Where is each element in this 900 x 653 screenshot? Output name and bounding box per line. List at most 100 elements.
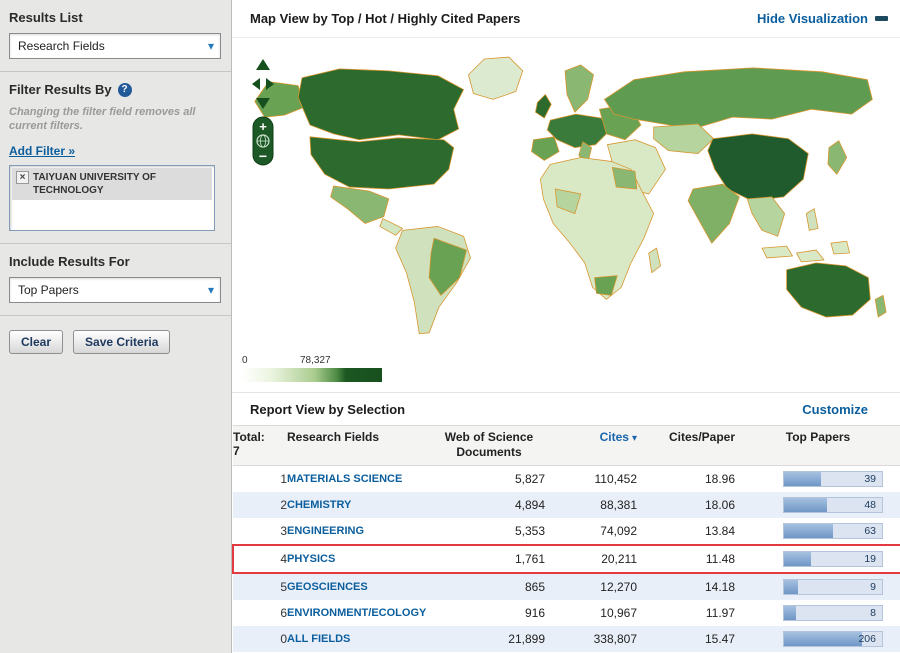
top-papers-value: 48 (864, 499, 876, 511)
help-icon[interactable]: ? (117, 82, 132, 97)
table-header-row: Total: 7 Research Fields Web of Science … (233, 425, 900, 466)
report-table: Total: 7 Research Fields Web of Science … (232, 425, 900, 652)
column-header-top-papers[interactable]: Top Papers (735, 425, 900, 466)
esi-app: Results List Research Fields ▾ Filter Re… (0, 0, 900, 653)
top-papers-cell: 9 (735, 573, 900, 600)
map-zoom-controls[interactable]: + − (249, 58, 277, 166)
docs-cell: 5,353 (514, 524, 545, 538)
top-papers-bar: 39 (783, 471, 883, 487)
legend-min-label: 0 (242, 355, 248, 366)
column-header-cites-per-paper[interactable]: Cites/Paper (637, 425, 735, 466)
map-header: Map View by Top / Hot / Highly Cited Pap… (232, 0, 900, 38)
cites-cell: 110,452 (594, 472, 638, 486)
top-papers-bar: 8 (783, 605, 883, 621)
selected-filter-chip[interactable]: × TAIYUAN UNIVERSITY OF TECHNOLOGY (12, 167, 212, 200)
cites-per-paper-cell: 11.97 (705, 606, 735, 620)
field-link[interactable]: ALL FIELDS (287, 632, 350, 646)
rank-cell: 4 (232, 544, 287, 574)
world-map-svg[interactable] (241, 42, 891, 338)
rank-cell: 3 (280, 524, 287, 538)
top-papers-bar: 48 (783, 497, 883, 513)
selected-filter-label: TAIYUAN UNIVERSITY OF TECHNOLOGY (33, 171, 156, 196)
cites-cell: 20,211 (545, 544, 637, 574)
zoom-out-button[interactable]: − (259, 148, 267, 164)
total-value: 7 (233, 444, 240, 458)
map-pan-control[interactable] (249, 58, 277, 110)
bar-fill (784, 632, 863, 646)
chevron-down-icon: ▾ (207, 282, 214, 297)
cites-per-paper-cell: 18.96 (704, 472, 735, 486)
legend-max-label: 78,327 (300, 355, 331, 366)
bar-fill (784, 552, 812, 566)
docs-cell: 21,899 (508, 632, 545, 646)
save-criteria-button[interactable]: Save Criteria (73, 329, 171, 354)
docs-cell: 916 (524, 606, 545, 620)
pan-left-icon (252, 78, 260, 90)
field-link[interactable]: CHEMISTRY (287, 498, 351, 512)
results-list-label: Results List (9, 10, 83, 25)
field-link[interactable]: GEOSCIENCES (287, 580, 368, 594)
total-label: Total: (233, 430, 265, 444)
top-papers-value: 39 (864, 473, 876, 485)
cites-cell: 88,381 (600, 498, 637, 512)
filter-list-box[interactable]: × TAIYUAN UNIVERSITY OF TECHNOLOGY (9, 164, 215, 231)
hide-visualization-label: Hide Visualization (756, 11, 868, 26)
map-zoom-pill[interactable]: + − (252, 116, 274, 166)
table-row: 1 MATERIALS SCIENCE 5,827 110,452 18.96 … (233, 466, 900, 493)
report-header: Report View by Selection Customize (232, 392, 900, 425)
field-link[interactable]: ENVIRONMENT/ECOLOGY (287, 606, 426, 620)
column-header-cites[interactable]: Cites ▾ (545, 425, 637, 466)
bar-fill (784, 606, 796, 620)
top-papers-cell: 48 (735, 492, 900, 518)
table-row: 6 ENVIRONMENT/ECOLOGY 916 10,967 11.97 8 (233, 600, 900, 626)
field-link[interactable]: MATERIALS SCIENCE (287, 472, 402, 486)
cites-cell: 338,807 (593, 632, 637, 646)
cites-per-paper-cell: 13.84 (704, 524, 735, 538)
bar-fill (784, 472, 822, 486)
column-header-documents[interactable]: Web of Science Documents (433, 425, 545, 466)
top-papers-cell: 39 (735, 466, 900, 493)
include-results-value: Top Papers (18, 282, 79, 297)
divider (0, 71, 231, 72)
top-papers-cell: 206 (735, 626, 900, 652)
docs-cell: 1,761 (433, 544, 545, 574)
hide-visualization-link[interactable]: Hide Visualization (757, 11, 888, 26)
world-map[interactable]: + − 0 78,327 (232, 42, 900, 392)
bar-fill (784, 580, 798, 594)
rank-cell: 0 (280, 632, 287, 646)
table-row: 2 CHEMISTRY 4,894 88,381 18.06 48 (233, 492, 900, 518)
top-papers-value: 206 (858, 633, 876, 645)
cites-per-paper-cell: 18.06 (704, 498, 735, 512)
field-link[interactable]: PHYSICS (287, 552, 335, 566)
column-header-research-fields[interactable]: Research Fields (287, 425, 433, 466)
pan-up-icon (256, 59, 270, 70)
cites-cell: 74,092 (600, 524, 637, 538)
zoom-in-button[interactable]: + (259, 119, 267, 134)
chevron-down-icon: ▾ (207, 39, 214, 53)
top-papers-cell: 19 (735, 544, 900, 574)
top-papers-value: 9 (870, 581, 876, 593)
add-filter-link[interactable]: Add Filter » (9, 144, 75, 158)
customize-link[interactable]: Customize (802, 402, 868, 417)
rank-cell: 1 (280, 472, 287, 486)
minimize-icon (875, 16, 888, 21)
cites-cell: 12,270 (600, 580, 637, 594)
top-papers-bar: 9 (783, 579, 883, 595)
field-link[interactable]: ENGINEERING (287, 524, 364, 538)
top-papers-value: 19 (864, 553, 876, 565)
column-header-total: Total: 7 (233, 425, 287, 466)
include-results-select[interactable]: Top Papers ▾ (9, 276, 221, 303)
results-list-select[interactable]: Research Fields ▾ (9, 33, 221, 59)
remove-filter-icon[interactable]: × (16, 170, 29, 184)
clear-button[interactable]: Clear (9, 329, 64, 354)
cites-sort-label: Cites (599, 430, 629, 444)
sidebar: Results List Research Fields ▾ Filter Re… (0, 0, 232, 653)
top-papers-value: 8 (870, 607, 876, 619)
pan-right-icon (266, 78, 274, 90)
filter-results-label: Filter Results By (9, 82, 112, 97)
include-results-label: Include Results For (9, 253, 130, 269)
table-row-highlighted: 4 PHYSICS 1,761 20,211 11.48 19 (232, 544, 900, 574)
divider (0, 314, 231, 316)
docs-cell: 865 (524, 580, 545, 594)
bar-fill (784, 498, 828, 512)
